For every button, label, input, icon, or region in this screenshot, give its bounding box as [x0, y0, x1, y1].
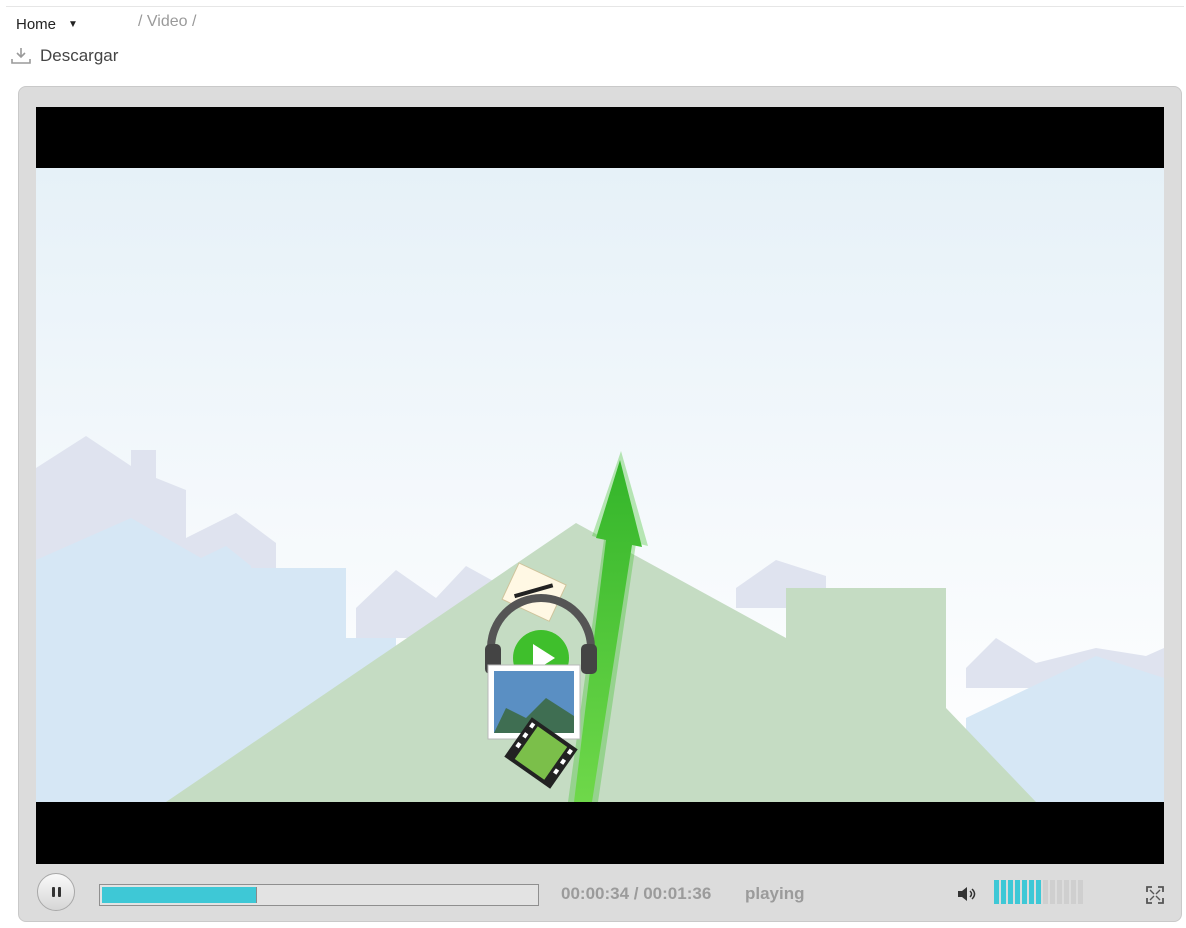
- volume-bar-segment[interactable]: [1071, 880, 1076, 904]
- volume-icon[interactable]: [957, 886, 977, 902]
- volume-bar-segment[interactable]: [1015, 880, 1020, 904]
- volume-bar-segment[interactable]: [994, 880, 999, 904]
- download-icon: [11, 48, 31, 64]
- volume-bar-segment[interactable]: [1022, 880, 1027, 904]
- breadcrumb-home-label[interactable]: Home: [16, 16, 56, 33]
- progress-bar[interactable]: [99, 884, 539, 906]
- caret-down-icon[interactable]: ▼: [68, 19, 78, 30]
- breadcrumb-home[interactable]: Home ▼: [16, 16, 78, 33]
- pause-icon: [51, 887, 61, 897]
- volume-bar-segment[interactable]: [1043, 880, 1048, 904]
- volume-bar-segment[interactable]: [1064, 880, 1069, 904]
- time-display: 00:00:34 / 00:01:36: [561, 884, 712, 903]
- video-screen[interactable]: [36, 107, 1164, 864]
- download-link[interactable]: Descargar: [10, 46, 118, 66]
- volume-bar-segment[interactable]: [1078, 880, 1083, 904]
- volume-bar-segment[interactable]: [1008, 880, 1013, 904]
- video-frame: [36, 168, 1164, 802]
- download-label[interactable]: Descargar: [40, 46, 118, 66]
- volume-bar-segment[interactable]: [1029, 880, 1034, 904]
- playback-status: playing: [745, 884, 805, 903]
- volume-bar-segment[interactable]: [1057, 880, 1062, 904]
- volume-bar-segment[interactable]: [1036, 880, 1041, 904]
- player-controls: 00:00:34 / 00:01:36 playing: [19, 869, 1181, 921]
- video-player: 00:00:34 / 00:01:36 playing: [18, 86, 1182, 922]
- header-divider: [6, 6, 1184, 7]
- volume-slider[interactable]: [994, 880, 1083, 904]
- pause-button[interactable]: [37, 873, 75, 911]
- volume-bar-segment[interactable]: [1050, 880, 1055, 904]
- breadcrumb-path: / Video /: [138, 13, 197, 30]
- volume-bar-segment[interactable]: [1001, 880, 1006, 904]
- fullscreen-icon[interactable]: [1146, 886, 1164, 904]
- progress-fill: [102, 887, 257, 903]
